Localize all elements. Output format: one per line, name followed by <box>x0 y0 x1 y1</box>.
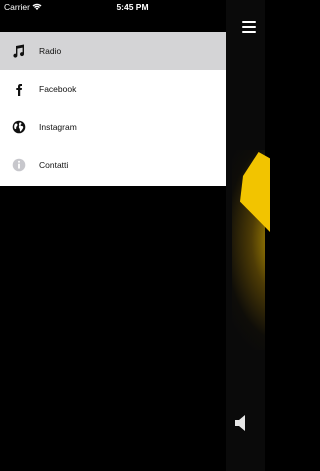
globe-icon <box>12 120 26 134</box>
hamburger-menu-icon[interactable] <box>242 21 256 33</box>
menu-item-contatti[interactable]: Contatti <box>0 146 226 184</box>
menu-item-label: Instagram <box>39 122 77 132</box>
menu-item-facebook[interactable]: Facebook <box>0 70 226 108</box>
menu-item-radio[interactable]: Radio <box>0 32 226 70</box>
music-note-icon <box>12 44 26 58</box>
facebook-icon <box>12 82 26 96</box>
menu-item-label: Facebook <box>39 84 77 94</box>
side-drawer: Radio Facebook Instagram Contatti <box>0 0 226 186</box>
status-time: 5:45 PM <box>116 2 149 12</box>
menu-item-instagram[interactable]: Instagram <box>0 108 226 146</box>
menu-item-label: Radio <box>39 46 62 56</box>
main-content-background <box>226 0 265 471</box>
menu-item-label: Contatti <box>39 160 69 170</box>
status-bar: Carrier 5:45 PM <box>0 0 265 14</box>
info-icon <box>12 158 26 172</box>
speaker-icon[interactable] <box>234 414 250 432</box>
